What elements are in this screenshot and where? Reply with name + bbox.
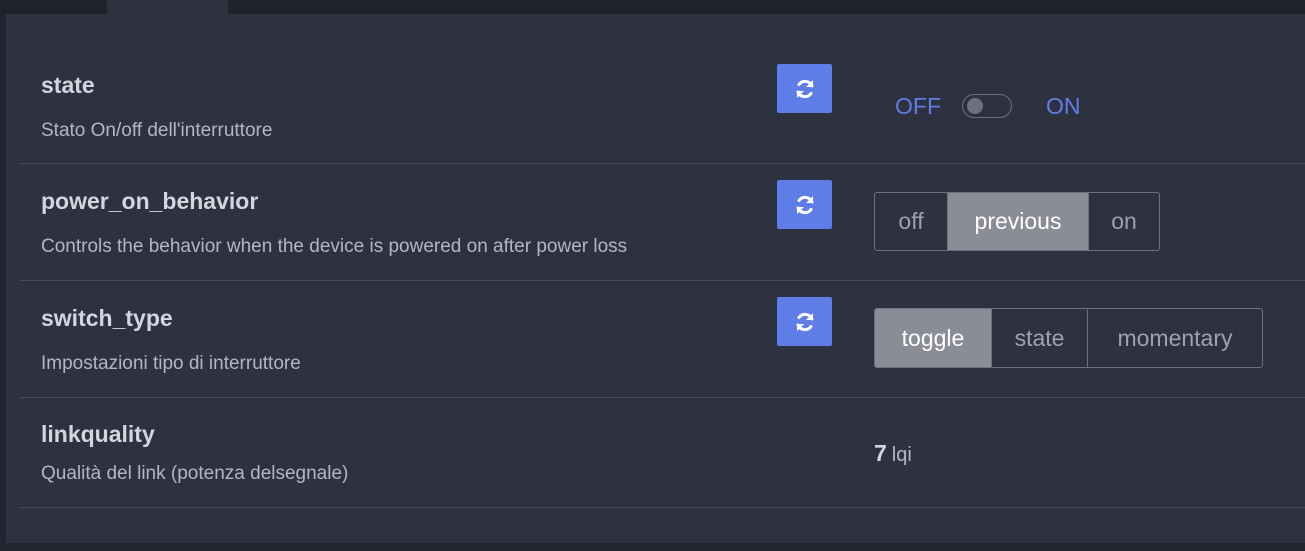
switch-on-label[interactable]: ON [1046,93,1081,120]
linkquality-value: 7 [874,440,887,466]
switch-knob [967,98,983,114]
option-off[interactable]: off [875,193,948,250]
row-name: switch_type [41,305,173,331]
row-linkquality: linkquality Qualità del link (potenza de… [20,398,1305,508]
refresh-icon [796,195,813,214]
refresh-button-power-on-behavior[interactable] [777,180,832,229]
linkquality-unit: lqi [891,444,912,466]
option-momentary[interactable]: momentary [1088,309,1262,367]
active-tab-stub[interactable] [107,0,228,14]
refresh-icon [796,79,813,98]
refresh-button-switch-type[interactable] [777,297,832,346]
row-name: state [41,72,95,98]
row-description: Stato On/off dell'interruttore [41,120,273,141]
switch-off-label[interactable]: OFF [895,93,941,120]
switch-type-options: toggle state momentary [874,308,1263,368]
row-state: state Stato On/off dell'interruttore OFF… [20,49,1305,164]
option-previous[interactable]: previous [948,193,1089,250]
row-description: Controls the behavior when the device is… [41,236,628,257]
refresh-button-state[interactable] [777,64,832,113]
row-power-on-behavior: power_on_behavior Controls the behavior … [20,164,1305,281]
row-description: Qualità del link (potenza delsegnale) [41,463,349,484]
state-toggle-switch[interactable] [962,94,1012,118]
state-switch-group: OFF ON [895,91,1081,121]
exposes-panel: state Stato On/off dell'interruttore OFF… [6,14,1305,543]
refresh-icon [796,312,813,331]
option-toggle[interactable]: toggle [875,309,992,367]
row-name: linkquality [41,421,155,447]
option-state[interactable]: state [992,309,1088,367]
option-on[interactable]: on [1089,193,1159,250]
row-switch-type: switch_type Impostazioni tipo di interru… [20,281,1305,398]
row-description: Impostazioni tipo di interruttore [41,353,301,374]
linkquality-readout: 7 lqi [874,440,912,467]
power-on-behavior-options: off previous on [874,192,1160,251]
row-name: power_on_behavior [41,188,259,214]
